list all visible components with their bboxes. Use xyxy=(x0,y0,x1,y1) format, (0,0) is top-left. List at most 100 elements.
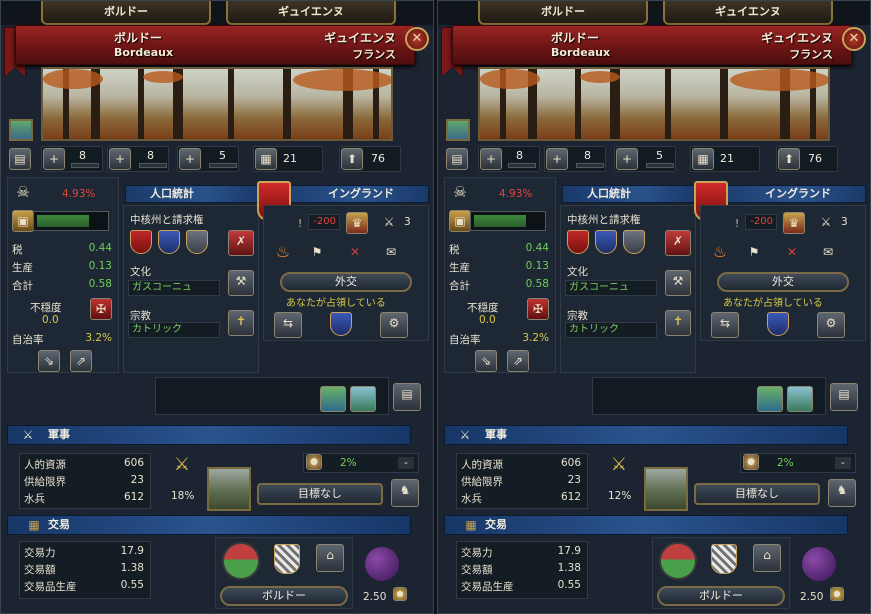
city-portrait[interactable] xyxy=(644,467,688,511)
trade-list: 交易力 17.9 交易額 1.38 交易品生産 0.55 xyxy=(456,541,588,599)
autonomy-up-icon[interactable]: ⇗ xyxy=(507,350,529,372)
tab-area[interactable]: ギュイエンヌ xyxy=(226,1,396,25)
manpower-plus-icon[interactable]: + xyxy=(179,148,201,170)
trade-node-button[interactable]: ボルドー xyxy=(657,586,785,606)
autonomy-up-icon[interactable]: ⇗ xyxy=(70,350,92,372)
province-picture xyxy=(478,67,830,141)
manpower-value: 606 xyxy=(123,457,144,469)
ledger-icon[interactable]: ▤ xyxy=(393,383,421,411)
dove-icon[interactable]: ✉ xyxy=(817,242,839,264)
trade-power-value: 17.9 xyxy=(557,545,581,557)
gear-icon[interactable]: ⚙ xyxy=(817,312,845,338)
autonomy-down-icon[interactable]: ⇘ xyxy=(475,350,497,372)
book-icon[interactable]: ▤ xyxy=(9,148,31,170)
religion-value: カトリック xyxy=(565,322,657,338)
autonomy-down-icon[interactable]: ⇘ xyxy=(38,350,60,372)
cross-icon[interactable]: ✝ xyxy=(228,310,254,336)
country-name: フランス xyxy=(789,48,833,61)
england-shield-icon[interactable] xyxy=(567,230,589,254)
trade-node-button[interactable]: ボルドー xyxy=(220,586,348,606)
diplomacy-button[interactable]: 外交 xyxy=(280,272,412,292)
flag-icon[interactable]: ⚑ xyxy=(743,242,765,264)
religion-value: カトリック xyxy=(128,322,220,338)
landscape-icon[interactable] xyxy=(757,386,783,412)
river-icon[interactable] xyxy=(787,386,813,412)
book-icon[interactable]: ▤ xyxy=(446,148,468,170)
tab-area[interactable]: ギュイエンヌ xyxy=(663,1,833,25)
ledger-icon[interactable]: ▤ xyxy=(830,383,858,411)
coin-icon: ● xyxy=(306,454,322,470)
trade-header: 交易 xyxy=(444,515,848,535)
army-icon[interactable]: ♞ xyxy=(828,479,856,507)
fort-percent: 12% xyxy=(608,490,632,502)
tax-plus-icon[interactable]: + xyxy=(43,148,65,170)
gold-icon: ● xyxy=(830,587,844,601)
diplomacy-button[interactable]: 外交 xyxy=(717,272,849,292)
merchant-icon[interactable]: ⌂ xyxy=(316,544,344,572)
claim-remove-icon[interactable]: ✗ xyxy=(665,230,691,256)
merchant-icon[interactable]: ⌂ xyxy=(753,544,781,572)
target-button[interactable]: 目標なし xyxy=(694,483,820,505)
tab-province[interactable]: ボルドー xyxy=(41,1,211,25)
production-plus-icon[interactable]: + xyxy=(546,148,568,170)
tab-province[interactable]: ボルドー xyxy=(478,1,648,25)
target-button[interactable]: 目標なし xyxy=(257,483,383,505)
controller-shield-icon[interactable] xyxy=(767,312,789,336)
crossed-swords-icon: ⚔ xyxy=(820,215,832,229)
flag-icon[interactable]: ⚑ xyxy=(306,242,328,264)
cross-icon[interactable]: ✝ xyxy=(665,310,691,336)
army-icon[interactable]: ♞ xyxy=(391,479,419,507)
landscape-icon[interactable] xyxy=(320,386,346,412)
claim-shield-icon[interactable] xyxy=(186,230,208,254)
terrain-icon[interactable] xyxy=(9,119,33,141)
controller-shield-icon[interactable] xyxy=(330,312,352,336)
trade-node-box: ⌂ ボルドー xyxy=(652,537,790,609)
trade-company-shield-icon[interactable] xyxy=(711,544,737,574)
dove-icon[interactable]: ✉ xyxy=(380,242,402,264)
city-portrait[interactable] xyxy=(207,467,251,511)
claim-remove-icon[interactable]: ✗ xyxy=(228,230,254,256)
close-icon[interactable]: ✕ xyxy=(842,27,866,51)
manpower-plus-icon[interactable]: + xyxy=(616,148,638,170)
trade-company-shield-icon[interactable] xyxy=(274,544,300,574)
unrest-value: 0.0 xyxy=(42,314,59,326)
trade-header: 交易 xyxy=(7,515,411,535)
england-shield-icon[interactable] xyxy=(130,230,152,254)
religion-label: 宗教 xyxy=(567,310,588,322)
siege-percent: 2% xyxy=(777,457,794,469)
transfer-icon[interactable]: ⇆ xyxy=(274,312,302,338)
unit-count: 3 xyxy=(404,216,411,228)
rebel-shield-icon[interactable]: ✠ xyxy=(527,298,549,320)
tab-bar: ボルドー ギュイエンヌ xyxy=(1,1,433,25)
france-shield-icon[interactable] xyxy=(158,230,180,254)
france-shield-icon[interactable] xyxy=(595,230,617,254)
dev-cost: 76 xyxy=(808,152,822,165)
fire-icon[interactable]: ♨ xyxy=(709,242,731,264)
culture-convert-icon[interactable]: ⚒ xyxy=(228,270,254,296)
trade-share-pie[interactable] xyxy=(659,542,697,580)
map-icon: ▦ xyxy=(692,148,714,170)
claim-shield-icon[interactable] xyxy=(623,230,645,254)
crossed-flags-icon[interactable]: ✕ xyxy=(344,242,366,264)
rebel-shield-icon[interactable]: ✠ xyxy=(90,298,112,320)
close-icon[interactable]: ✕ xyxy=(405,27,429,51)
opinion-value: -200 xyxy=(308,214,340,230)
terrain-icon[interactable] xyxy=(446,119,470,141)
production-plus-icon[interactable]: + xyxy=(109,148,131,170)
culture-convert-icon[interactable]: ⚒ xyxy=(665,270,691,296)
transfer-icon[interactable]: ⇆ xyxy=(711,312,739,338)
gear-icon[interactable]: ⚙ xyxy=(380,312,408,338)
crossed-flags-icon[interactable]: ✕ xyxy=(781,242,803,264)
siege-percent: 2% xyxy=(340,457,357,469)
fire-icon[interactable]: ♨ xyxy=(272,242,294,264)
supply-value: 23 xyxy=(567,474,581,486)
sailors-label: 水兵 xyxy=(461,493,482,505)
title-ribbon: ボルドー Bordeaux ギュイエンヌ フランス xyxy=(452,25,852,65)
river-icon[interactable] xyxy=(350,386,376,412)
trade-power-label: 交易力 xyxy=(461,547,493,559)
manpower-value: 606 xyxy=(560,457,581,469)
province-name-en: Bordeaux xyxy=(551,46,611,59)
tax-plus-icon[interactable]: + xyxy=(480,148,502,170)
trade-share-pie[interactable] xyxy=(222,542,260,580)
owner-section: ! -200 ♛ ⚔ 3 ♨ ⚑ ✕ ✉ 外交 あなたが占領している ⇆ ⚙ xyxy=(700,205,866,341)
